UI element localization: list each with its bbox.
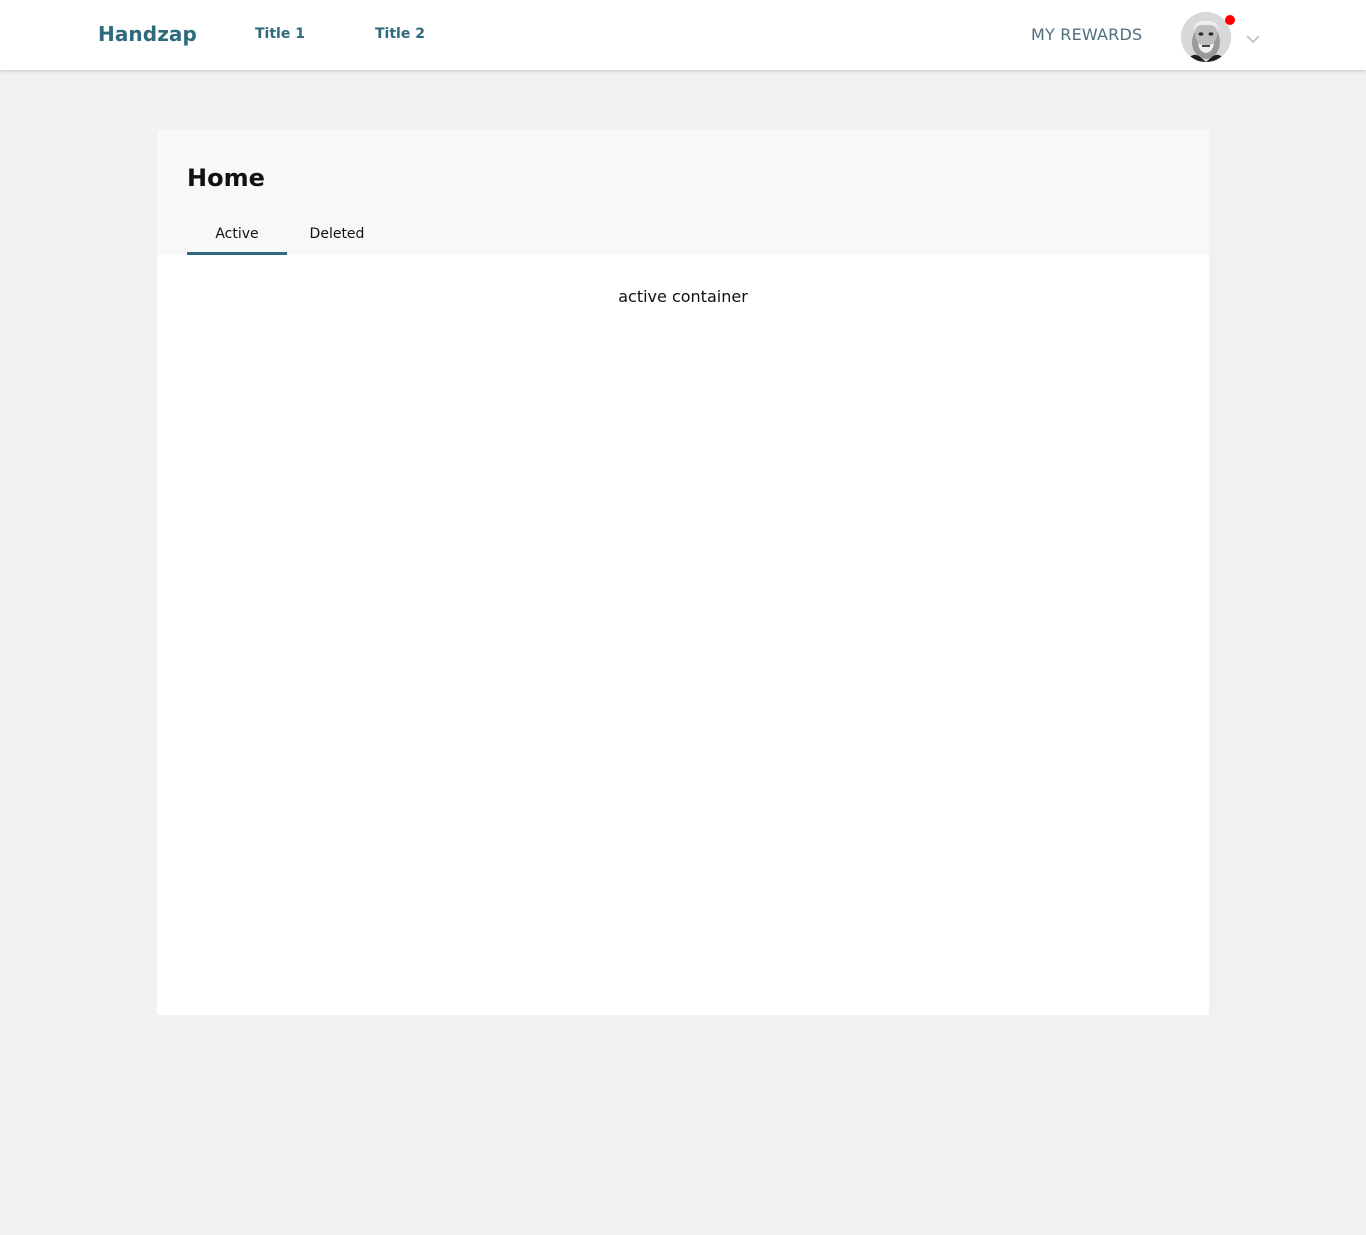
brand-logo[interactable]: Handzap (98, 22, 197, 46)
page-title: Home (187, 164, 265, 192)
card-header: Home Active Deleted (157, 130, 1209, 255)
active-container-text: active container (618, 287, 748, 306)
avatar-photo-icon (1181, 12, 1231, 62)
top-navbar: Handzap Title 1 Title 2 MY REWARDS (0, 0, 1366, 70)
home-card: Home Active Deleted active container (157, 130, 1209, 1015)
tab-deleted[interactable]: Deleted (287, 226, 387, 255)
chevron-down-icon[interactable] (1245, 30, 1261, 44)
my-rewards-link[interactable]: MY REWARDS (1031, 25, 1142, 44)
notification-dot (1225, 15, 1235, 25)
nav-link-title-2[interactable]: Title 2 (375, 26, 425, 42)
user-avatar[interactable] (1181, 12, 1231, 62)
tab-active[interactable]: Active (187, 226, 287, 255)
nav-link-title-1[interactable]: Title 1 (255, 26, 305, 42)
